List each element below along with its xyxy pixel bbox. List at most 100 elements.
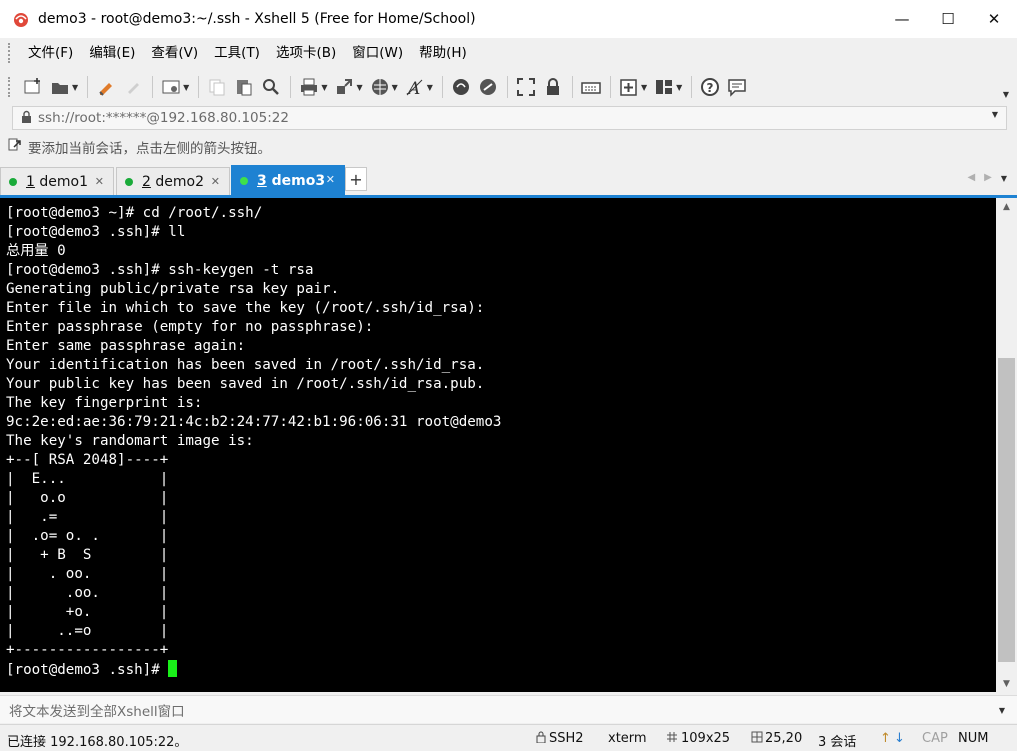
terminal-line: [root@demo3 .ssh]# ll — [6, 224, 186, 240]
chevron-right-icon[interactable]: ▶ — [984, 172, 992, 183]
disconnect-button[interactable] — [120, 73, 146, 101]
fullscreen-button[interactable] — [513, 73, 539, 101]
print-button[interactable]: ▼ — [296, 73, 330, 101]
maximize-button[interactable]: ☐ — [925, 0, 971, 38]
terminal-line: Your identification has been saved in /r… — [6, 357, 485, 373]
terminal-line: +--[ RSA 2048]----+ — [6, 452, 169, 468]
terminal-line: | +o. | — [6, 604, 169, 620]
terminal-line: [root@demo3 .ssh]# ssh-keygen -t rsa — [6, 262, 314, 278]
terminal-line: +-----------------+ — [6, 642, 169, 658]
terminal-output[interactable]: [root@demo3 ~]# cd /root/.ssh/ [root@dem… — [0, 198, 996, 692]
paste-icon — [234, 77, 254, 97]
tab-name: demo3 — [266, 173, 326, 189]
font-icon: A — [405, 77, 425, 97]
close-button[interactable]: ✕ — [971, 0, 1017, 38]
lock-button[interactable] — [540, 73, 566, 101]
add-session-arrow-icon[interactable] — [8, 138, 22, 156]
status-sessions: 3 会话 — [818, 735, 857, 750]
toolbar-overflow-chevron-icon[interactable]: ▼ — [1003, 90, 1009, 99]
chevron-down-icon: ▼ — [426, 82, 433, 92]
compose-input[interactable]: 将文本发送到全部Xshell窗口 — [9, 700, 185, 720]
scrollbar-thumb[interactable] — [998, 358, 1015, 662]
connected-status-dot-icon — [240, 177, 248, 185]
copy-button[interactable] — [204, 73, 230, 101]
menu-file[interactable]: 文件(F) — [20, 38, 81, 68]
tab-number: 2 — [142, 174, 151, 190]
new-tab-button[interactable]: + — [345, 167, 367, 191]
chevron-left-icon[interactable]: ◀ — [967, 172, 975, 183]
new-session-button[interactable] — [20, 73, 46, 101]
menu-help[interactable]: 帮助(H) — [411, 38, 475, 68]
terminal-line: 9c:2e:ed:ae:36:79:21:4c:b2:24:77:42:b1:9… — [6, 414, 502, 430]
copy-icon — [207, 77, 227, 97]
menu-bar: 文件(F) 编辑(E) 查看(V) 工具(T) 选项卡(B) 窗口(W) 帮助(… — [0, 38, 1017, 68]
status-size: 109x25 — [681, 731, 731, 746]
tab-number: 1 — [26, 174, 35, 190]
menu-tools[interactable]: 工具(T) — [206, 38, 268, 68]
chevron-down-icon: ▼ — [72, 82, 79, 92]
terminal-line: | + B S | — [6, 547, 169, 563]
menu-grip-handle[interactable] — [8, 43, 12, 63]
minimize-button[interactable]: — — [879, 0, 925, 38]
chevron-down-icon: ▼ — [356, 82, 363, 92]
address-dropdown-chevron-icon[interactable]: ▼ — [992, 110, 998, 119]
compose-dropdown-chevron-icon[interactable]: ▼ — [999, 706, 1005, 715]
status-caps-lock: CAP — [922, 731, 948, 746]
properties-button[interactable]: ▼ — [158, 73, 192, 101]
tab-label: 1 demo1 — [26, 174, 88, 190]
terminal-scrollbar[interactable]: ▲ ▼ — [996, 198, 1017, 692]
xftp-icon — [451, 77, 471, 97]
terminal-line: Generating public/private rsa key pair. — [6, 281, 340, 297]
menu-edit[interactable]: 编辑(E) — [81, 38, 143, 68]
download-arrow-icon: ↓ — [894, 731, 905, 746]
find-button[interactable] — [258, 73, 284, 101]
scroll-down-arrow-icon[interactable]: ▼ — [996, 675, 1017, 692]
close-icon[interactable]: ✕ — [95, 175, 104, 188]
address-bar[interactable]: ssh://root:******@192.168.80.105:22 ▼ — [12, 106, 1007, 130]
chat-button[interactable] — [724, 73, 750, 101]
chevron-down-icon[interactable]: ▼ — [1001, 174, 1007, 183]
close-icon[interactable]: ✕ — [211, 175, 220, 188]
xftp-button[interactable] — [448, 73, 474, 101]
globe-button[interactable]: ▼ — [367, 73, 401, 101]
toolbar-grip-handle[interactable] — [8, 77, 12, 97]
transfer-icon — [334, 77, 354, 97]
menu-tabs[interactable]: 选项卡(B) — [268, 38, 344, 68]
add-tab-button[interactable]: ▼ — [616, 73, 650, 101]
status-cursor-position: 25,20 — [765, 731, 803, 746]
terminal-prompt-line: [root@demo3 .ssh]# — [6, 660, 996, 679]
paste-button[interactable] — [231, 73, 257, 101]
tab-label: 3 demo3 — [257, 173, 325, 189]
status-protocol: SSH2 — [549, 731, 584, 746]
terminal-prompt: [root@demo3 .ssh]# — [6, 662, 169, 678]
tab-demo3[interactable]: 3 demo3 ✕ — [231, 165, 345, 196]
lock-icon — [543, 77, 563, 97]
menu-view[interactable]: 查看(V) — [143, 38, 206, 68]
tab-demo2[interactable]: 2 demo2 ✕ — [116, 167, 230, 196]
terminal-line: Enter passphrase (empty for no passphras… — [6, 319, 374, 335]
font-button[interactable]: A ▼ — [402, 73, 436, 101]
terminal-line: | ..=o | — [6, 623, 169, 639]
terminal-line: 总用量 0 — [6, 243, 66, 259]
reconnect-button[interactable] — [93, 73, 119, 101]
layout-button[interactable]: ▼ — [651, 73, 685, 101]
scroll-up-arrow-icon[interactable]: ▲ — [996, 198, 1017, 215]
title-bar[interactable]: demo3 - root@demo3:~/.ssh - Xshell 5 (Fr… — [0, 0, 1017, 38]
connected-status-dot-icon — [125, 178, 133, 186]
grid-size-icon — [666, 731, 678, 747]
menu-window[interactable]: 窗口(W) — [344, 38, 411, 68]
keyboard-button[interactable] — [578, 73, 604, 101]
tab-demo1[interactable]: 1 demo1 ✕ — [0, 167, 114, 196]
chevron-down-icon: ▼ — [391, 82, 398, 92]
terminal-line: Enter file in which to save the key (/ro… — [6, 300, 485, 316]
transfer-button[interactable]: ▼ — [331, 73, 365, 101]
toolbar-divider — [87, 76, 89, 98]
open-button[interactable]: ▼ — [47, 73, 81, 101]
terminal-line: | .oo. | — [6, 585, 169, 601]
terminal-line: Your public key has been saved in /root/… — [6, 376, 485, 392]
help-button[interactable]: ? — [697, 73, 723, 101]
add-tab-icon — [619, 77, 639, 97]
close-icon[interactable]: ✕ — [326, 173, 335, 186]
compose-bar[interactable]: 将文本发送到全部Xshell窗口 ▼ — [0, 695, 1017, 723]
tunnel-button[interactable] — [475, 73, 501, 101]
